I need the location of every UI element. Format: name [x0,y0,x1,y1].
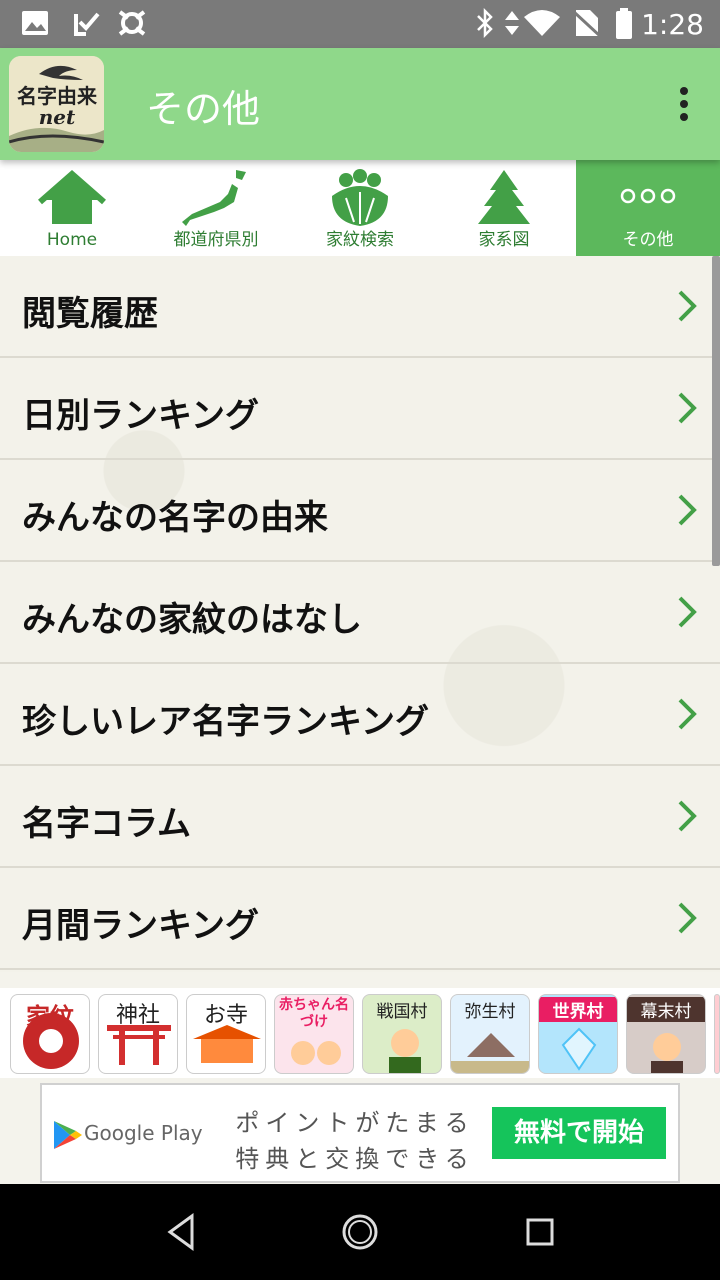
banner-kamon[interactable]: 家紋 [10,994,90,1074]
menu-item-name-column[interactable]: 名字コラム [0,766,720,868]
banner-label: 幕末村 [627,997,705,1022]
banner-more[interactable] [714,994,720,1074]
menu-item-daily-ranking[interactable]: 日別ランキング [0,358,720,460]
scrollbar[interactable] [712,256,720,566]
tab-label: 家紋検索 [326,230,394,250]
menu-item-rare-names-ranking[interactable]: 珍しいレア名字ランキング [0,664,720,766]
wifi-icon [524,10,560,36]
system-navigation-bar [0,1184,720,1280]
chevron-right-icon [678,800,697,832]
more-dots-icon [620,188,676,204]
tab-bar: Home 都道府県別 家紋検索 家系図 その他 [0,160,720,256]
data-arrows-icon [505,11,519,35]
app-bar: 名字由来 net その他 [0,48,720,160]
chevron-right-icon [678,494,697,526]
menu-item-label: みんなの家紋のはなし [22,600,362,640]
recents-icon[interactable] [524,1212,556,1252]
ad-banner[interactable]: Google Play ポイントがたまる 特典と交換できる 無料で開始 [40,1083,680,1183]
tab-family-tree[interactable]: 家系図 [432,160,576,256]
menu-item-history[interactable]: 閲覧履歴 [0,256,720,358]
banner-label: 戦国村 [376,1002,428,1022]
banner-temple[interactable]: お寺 [186,994,266,1074]
chevron-right-icon [678,392,697,424]
banner-label: 赤ちゃん名づけ [279,997,349,1030]
tab-label: 都道府県別 [173,230,259,250]
tab-label: 家系図 [478,230,530,250]
banner-yayoi-village[interactable]: 弥生村 [450,994,530,1074]
banner-world-village[interactable]: 世界村 [538,994,618,1074]
menu-item-crest-stories[interactable]: みんなの家紋のはなし [0,562,720,664]
app-logo[interactable]: 名字由来 net [9,56,104,152]
tab-prefectures[interactable]: 都道府県別 [144,160,288,256]
menu-item-label: 名字コラム [22,804,191,844]
chevron-right-icon [678,902,697,934]
banner-label: 世界村 [539,997,617,1022]
download-done-icon [74,12,100,36]
ad-line-1: ポイントがたまる [235,1109,475,1137]
house-icon [38,170,106,224]
tab-label: Home [46,230,98,250]
logo-text-line1: 名字由来 [17,84,97,108]
menu-item-monthly-ranking[interactable]: 月間ランキング [0,868,720,970]
google-play-icon [54,1121,82,1149]
banner-label: お寺 [203,1003,248,1028]
banner-baby-naming[interactable]: 赤ちゃん名づけ [274,994,354,1074]
page-title: その他 [146,87,261,131]
app-banner-row: 家紋 神社 お寺 赤ちゃん名づけ 戦国村 弥生村 世界村 幕末村 [0,988,720,1078]
banner-label: 家紋 [26,1002,74,1031]
banner-shrine[interactable]: 神社 [98,994,178,1074]
chevron-right-icon [678,596,697,628]
tab-label: その他 [622,230,674,250]
status-bar: 1:28 [0,0,720,48]
logo-text-line2: net [38,105,76,129]
menu-item-label: 珍しいレア名字ランキング [22,702,429,742]
menu-item-label: 月間ランキング [22,906,259,946]
bluetooth-icon [477,8,493,38]
chevron-right-icon [678,698,697,730]
image-notification-icon [22,11,48,35]
banner-label: 弥生村 [464,1002,516,1022]
menu-item-label: 日別ランキング [22,396,259,436]
back-icon[interactable] [164,1212,198,1252]
tab-home[interactable]: Home [0,160,144,256]
japan-map-icon [182,170,246,226]
home-icon[interactable] [340,1212,380,1252]
ad-cta-button[interactable]: 無料で開始 [492,1107,666,1159]
menu-item-label: 閲覧履歴 [22,294,158,334]
tab-other[interactable]: その他 [576,160,720,256]
menu-item-name-origins[interactable]: みんなの名字の由来 [0,460,720,562]
family-crest-icon [332,169,388,226]
app-notification-icon [118,10,146,36]
ad-line-2: 特典と交換できる [235,1145,475,1173]
overflow-menu-icon[interactable] [678,84,690,124]
tab-family-crest[interactable]: 家紋検索 [288,160,432,256]
tree-icon [478,170,530,224]
ad-brand: Google Play [84,1121,203,1145]
menu-item-label: みんなの名字の由来 [22,498,328,538]
clock: 1:28 [641,8,704,41]
battery-icon [616,8,632,39]
app-logo-text: 名字由来 net [13,86,101,128]
menu-list: 閲覧履歴 日別ランキング みんなの名字の由来 みんなの家紋のはなし 珍しいレア名… [0,256,720,972]
banner-sengoku-village[interactable]: 戦国村 [362,994,442,1074]
banner-label: 神社 [115,1003,160,1028]
chevron-right-icon [678,290,697,322]
banner-bakumatsu-village[interactable]: 幕末村 [626,994,706,1074]
no-sim-icon [572,10,600,38]
